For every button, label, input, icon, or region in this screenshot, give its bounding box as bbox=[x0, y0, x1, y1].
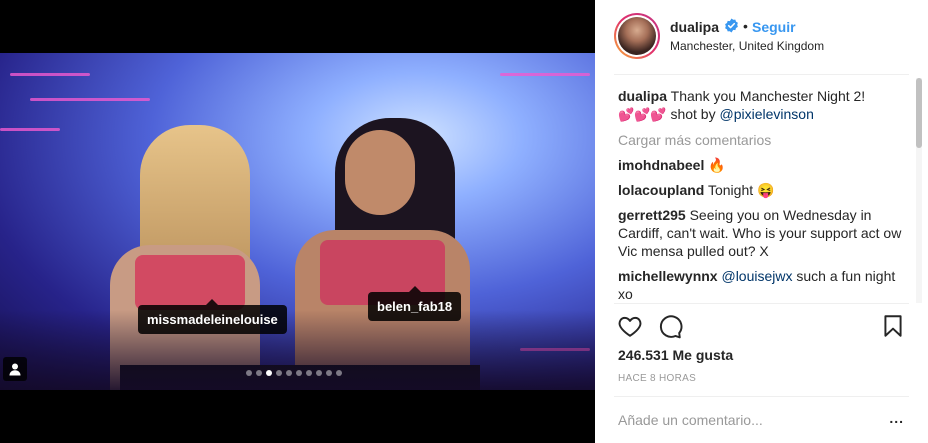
comments-scrollbar[interactable] bbox=[916, 78, 922, 303]
person-right-face bbox=[345, 130, 415, 215]
carousel-dot[interactable] bbox=[276, 370, 282, 376]
photo-haze bbox=[0, 310, 595, 390]
caption-text-2: shot by bbox=[670, 106, 716, 122]
comment-item: michellewynnx @louisejwx such a fun nigh… bbox=[618, 267, 908, 303]
carousel-dot[interactable] bbox=[246, 370, 252, 376]
comment-item: gerrett295 Seeing you on Wednesday in Ca… bbox=[618, 206, 908, 260]
divider bbox=[614, 396, 909, 397]
likes-count[interactable]: 246.531 Me gusta bbox=[618, 347, 733, 363]
location-link[interactable]: Manchester, United Kingdom bbox=[670, 39, 824, 53]
carousel-dots bbox=[246, 370, 342, 376]
light-streak bbox=[10, 73, 90, 76]
caption: dualipa Thank you Manchester Night 2! 💕💕… bbox=[618, 87, 908, 124]
comment-mention[interactable]: @louisejwx bbox=[721, 268, 792, 284]
more-options-icon[interactable]: ... bbox=[889, 410, 904, 426]
avatar[interactable] bbox=[614, 13, 660, 59]
divider bbox=[614, 303, 909, 304]
user-tag-belen-fab18[interactable]: belen_fab18 bbox=[368, 286, 462, 321]
add-comment-input[interactable]: Añade un comentario... bbox=[618, 412, 763, 428]
caption-mention[interactable]: @pixielevinson bbox=[719, 106, 813, 122]
header-username[interactable]: dualipa bbox=[670, 19, 719, 35]
person-icon bbox=[9, 363, 21, 376]
comment-username[interactable]: imohdnabeel bbox=[618, 157, 704, 173]
comment-bubble-icon[interactable] bbox=[657, 313, 683, 339]
caption-emoji: 💕💕💕 bbox=[618, 107, 667, 122]
carousel-dot[interactable] bbox=[306, 370, 312, 376]
carousel-dot[interactable] bbox=[256, 370, 262, 376]
comment-item: lolacoupland Tonight 😝 bbox=[618, 181, 908, 199]
bookmark-icon[interactable] bbox=[880, 313, 906, 339]
verified-badge-icon bbox=[725, 18, 738, 33]
carousel-dot-active[interactable] bbox=[266, 370, 272, 376]
like-heart-icon[interactable] bbox=[617, 313, 643, 339]
carousel-dot[interactable] bbox=[326, 370, 332, 376]
follow-button[interactable]: Seguir bbox=[752, 19, 796, 35]
comment-username[interactable]: gerrett295 bbox=[618, 207, 686, 223]
light-streak bbox=[30, 98, 150, 101]
comment-username[interactable]: lolacoupland bbox=[618, 182, 704, 198]
comment-text: 🔥 bbox=[708, 157, 726, 173]
carousel-dot[interactable] bbox=[316, 370, 322, 376]
load-more-comments-button[interactable]: Cargar más comentarios bbox=[618, 131, 908, 149]
person-left-top bbox=[135, 255, 245, 310]
post-timestamp[interactable]: HACE 8 HORAS bbox=[618, 373, 696, 384]
carousel-dot[interactable] bbox=[296, 370, 302, 376]
post-actions bbox=[617, 313, 906, 341]
header-separator: • bbox=[743, 18, 748, 34]
carousel-dot[interactable] bbox=[286, 370, 292, 376]
post-media: missmadeleinelouise belen_fab18 bbox=[0, 0, 595, 443]
avatar-image bbox=[618, 17, 656, 55]
comment-text: Tonight 😝 bbox=[707, 182, 775, 198]
user-tag-icon[interactable] bbox=[3, 357, 27, 381]
scrollbar-thumb[interactable] bbox=[916, 78, 922, 148]
carousel-dot[interactable] bbox=[336, 370, 342, 376]
light-streak bbox=[500, 73, 590, 76]
post-photo[interactable] bbox=[0, 53, 595, 390]
caption-text: Thank you Manchester Night 2! bbox=[670, 88, 866, 104]
caption-username[interactable]: dualipa bbox=[618, 88, 667, 104]
divider bbox=[614, 74, 909, 75]
post-header: dualipa • Seguir Manchester, United King… bbox=[595, 0, 928, 75]
comment-username[interactable]: michellewynnx bbox=[618, 268, 718, 284]
user-tag-missmadeleinelouise[interactable]: missmadeleinelouise bbox=[138, 299, 287, 334]
comments-list: dualipa Thank you Manchester Night 2! 💕💕… bbox=[618, 87, 908, 310]
avatar-ring bbox=[616, 15, 658, 57]
light-streak bbox=[0, 128, 60, 131]
comment-item: imohdnabeel 🔥 bbox=[618, 156, 908, 174]
post-side-panel: dualipa • Seguir Manchester, United King… bbox=[595, 0, 928, 443]
